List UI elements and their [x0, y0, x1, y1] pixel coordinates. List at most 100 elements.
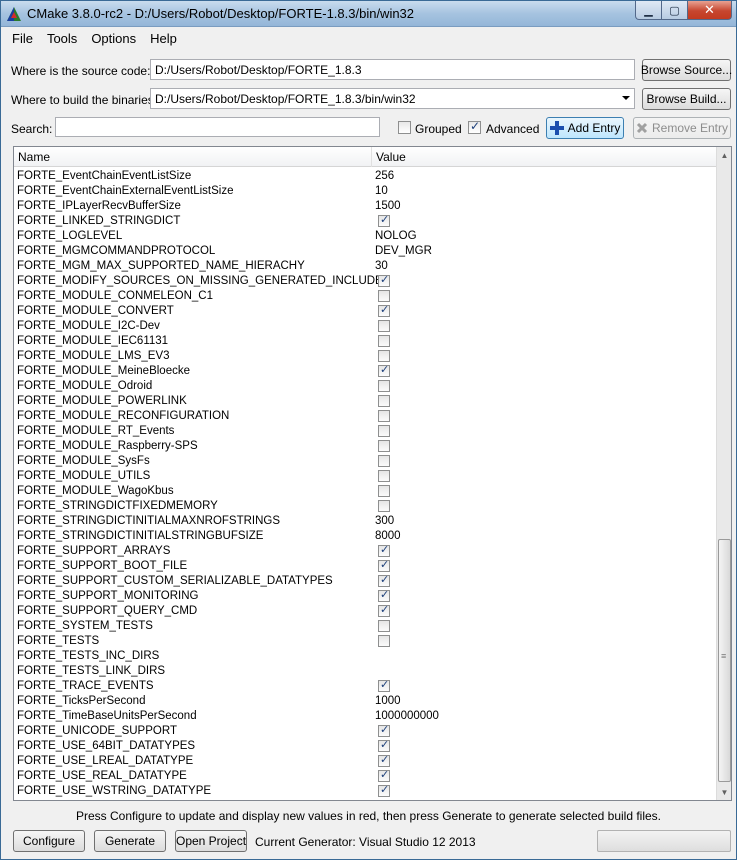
chevron-down-icon[interactable] [622, 96, 630, 100]
entry-checkbox[interactable] [378, 543, 390, 557]
entry-value[interactable]: 1500 [375, 200, 401, 212]
column-divider[interactable] [371, 147, 372, 167]
entry-checkbox[interactable] [378, 783, 390, 797]
table-row[interactable]: FORTE_MGM_MAX_SUPPORTED_NAME_HIERACHY 30 [14, 259, 717, 274]
menu-tools[interactable]: Tools [40, 28, 84, 48]
entry-value[interactable]: DEV_MGR [375, 245, 432, 257]
column-header-name[interactable]: Name [18, 150, 50, 164]
table-row[interactable]: FORTE_LINKED_STRINGDICT [14, 213, 717, 229]
table-row[interactable]: FORTE_MODULE_Raspberry-SPS [14, 439, 717, 454]
table-row[interactable]: FORTE_MODULE_CONVERT [14, 303, 717, 319]
browse-build-button[interactable]: Browse Build... [642, 88, 731, 110]
advanced-checkbox[interactable] [468, 119, 481, 134]
table-row[interactable]: FORTE_MODULE_RT_Events [14, 424, 717, 439]
table-row[interactable]: FORTE_MODULE_CONMELEON_C1 [14, 289, 717, 304]
table-row[interactable]: FORTE_TESTS [14, 634, 717, 649]
table-row[interactable]: FORTE_EventChainExternalEventListSize 10 [14, 184, 717, 199]
table-row[interactable]: FORTE_LOGLEVEL NOLOG [14, 229, 717, 244]
entry-checkbox[interactable] [378, 573, 390, 587]
table-row[interactable]: FORTE_TimeBaseUnitsPerSecond 1000000000 [14, 709, 717, 724]
table-row[interactable]: FORTE_MGMCOMMANDPROTOCOL DEV_MGR [14, 244, 717, 259]
entry-checkbox[interactable] [378, 500, 390, 512]
table-row[interactable]: FORTE_SUPPORT_ARRAYS [14, 543, 717, 559]
minimize-button[interactable]: ▁ [635, 1, 662, 20]
entry-checkbox[interactable] [378, 320, 390, 332]
source-path-field[interactable]: D:/Users/Robot/Desktop/FORTE_1.8.3 [150, 59, 635, 80]
menu-options[interactable]: Options [84, 28, 143, 48]
table-row[interactable]: FORTE_SUPPORT_QUERY_CMD [14, 603, 717, 619]
scrollbar-thumb[interactable]: ≡ [718, 539, 731, 782]
table-row[interactable]: FORTE_MODIFY_SOURCES_ON_MISSING_GENERATE… [14, 273, 717, 289]
add-entry-button[interactable]: Add Entry [546, 117, 624, 139]
entry-checkbox[interactable] [378, 290, 390, 302]
menu-help[interactable]: Help [143, 28, 184, 48]
menu-file[interactable]: File [5, 28, 40, 48]
table-row[interactable]: FORTE_TicksPerSecond 1000 [14, 694, 717, 709]
table-row[interactable]: FORTE_MODULE_IEC61131 [14, 334, 717, 349]
table-row[interactable]: FORTE_EventChainEventListSize 256 [14, 169, 717, 184]
table-row[interactable]: FORTE_TESTS_INC_DIRS [14, 649, 717, 664]
entry-checkbox[interactable] [378, 620, 390, 632]
table-row[interactable]: FORTE_USE_LREAL_DATATYPE [14, 753, 717, 769]
table-row[interactable]: FORTE_MODULE_WagoKbus [14, 484, 717, 499]
entry-value[interactable]: 300 [375, 515, 394, 527]
table-row[interactable]: FORTE_SUPPORT_CUSTOM_SERIALIZABLE_DATATY… [14, 573, 717, 589]
table-row[interactable]: FORTE_SUPPORT_BOOT_FILE [14, 558, 717, 574]
table-row[interactable]: FORTE_USE_64BIT_DATATYPES [14, 738, 717, 754]
entry-checkbox[interactable] [378, 470, 390, 482]
entry-value[interactable]: NOLOG [375, 230, 417, 242]
table-row[interactable]: FORTE_IPLayerRecvBufferSize 1500 [14, 199, 717, 214]
build-path-combo[interactable]: D:/Users/Robot/Desktop/FORTE_1.8.3/bin/w… [150, 88, 635, 109]
entry-checkbox[interactable] [378, 738, 390, 752]
entry-checkbox[interactable] [378, 485, 390, 497]
search-input[interactable] [55, 117, 380, 137]
entry-checkbox[interactable] [378, 635, 390, 647]
entry-checkbox[interactable] [378, 273, 390, 287]
table-row[interactable]: FORTE_MODULE_SysFs [14, 454, 717, 469]
entry-checkbox[interactable] [378, 380, 390, 392]
scroll-up-icon[interactable]: ▲ [717, 147, 731, 163]
entry-value[interactable]: 30 [375, 260, 388, 272]
entry-value[interactable]: 1000 [375, 695, 401, 707]
title-bar[interactable]: CMake 3.8.0-rc2 - D:/Users/Robot/Desktop… [1, 1, 736, 27]
entry-checkbox[interactable] [378, 558, 390, 572]
entry-checkbox[interactable] [378, 350, 390, 362]
entry-checkbox[interactable] [378, 723, 390, 737]
entry-value[interactable]: 10 [375, 185, 388, 197]
generate-button[interactable]: Generate [94, 830, 166, 852]
cache-entries-table[interactable]: Name Value FORTE_EventChainEventListSize… [13, 146, 732, 801]
table-row[interactable]: FORTE_STRINGDICTFIXEDMEMORY [14, 499, 717, 514]
table-row[interactable]: FORTE_MODULE_LMS_EV3 [14, 349, 717, 364]
close-button[interactable]: ✕ [688, 1, 732, 20]
configure-button[interactable]: Configure [13, 830, 85, 852]
entry-checkbox[interactable] [378, 768, 390, 782]
vertical-scrollbar[interactable]: ▲ ≡ ▼ [716, 147, 731, 800]
entry-checkbox[interactable] [378, 410, 390, 422]
table-row[interactable]: FORTE_MODULE_RECONFIGURATION [14, 409, 717, 424]
entry-value[interactable]: 1000000000 [375, 710, 439, 722]
table-row[interactable]: FORTE_MODULE_POWERLINK [14, 394, 717, 409]
entry-checkbox[interactable] [378, 440, 390, 452]
table-row[interactable]: FORTE_MODULE_MeineBloecke [14, 363, 717, 379]
scroll-down-icon[interactable]: ▼ [717, 784, 731, 800]
entry-value[interactable]: 8000 [375, 530, 401, 542]
entry-checkbox[interactable] [378, 455, 390, 467]
table-row[interactable]: FORTE_SUPPORT_MONITORING [14, 588, 717, 604]
entry-checkbox[interactable] [378, 303, 390, 317]
table-row[interactable]: FORTE_TRACE_EVENTS [14, 678, 717, 694]
grouped-checkbox[interactable] [398, 121, 411, 134]
entry-checkbox[interactable] [378, 335, 390, 347]
column-header-value[interactable]: Value [376, 150, 406, 164]
remove-entry-button[interactable]: Remove Entry [633, 117, 731, 139]
table-row[interactable]: FORTE_UNICODE_SUPPORT [14, 723, 717, 739]
table-row[interactable]: FORTE_STRINGDICTINITIALSTRINGBUFSIZE 8000 [14, 529, 717, 544]
entry-checkbox[interactable] [378, 588, 390, 602]
entry-checkbox[interactable] [378, 213, 390, 227]
table-row[interactable]: FORTE_MODULE_UTILS [14, 469, 717, 484]
entry-checkbox[interactable] [378, 678, 390, 692]
entry-checkbox[interactable] [378, 425, 390, 437]
table-row[interactable]: FORTE_USE_WSTRING_DATATYPE [14, 783, 717, 799]
table-row[interactable]: FORTE_STRINGDICTINITIALMAXNROFSTRINGS 300 [14, 514, 717, 529]
table-row[interactable]: FORTE_SYSTEM_TESTS [14, 619, 717, 634]
entry-checkbox[interactable] [378, 753, 390, 767]
